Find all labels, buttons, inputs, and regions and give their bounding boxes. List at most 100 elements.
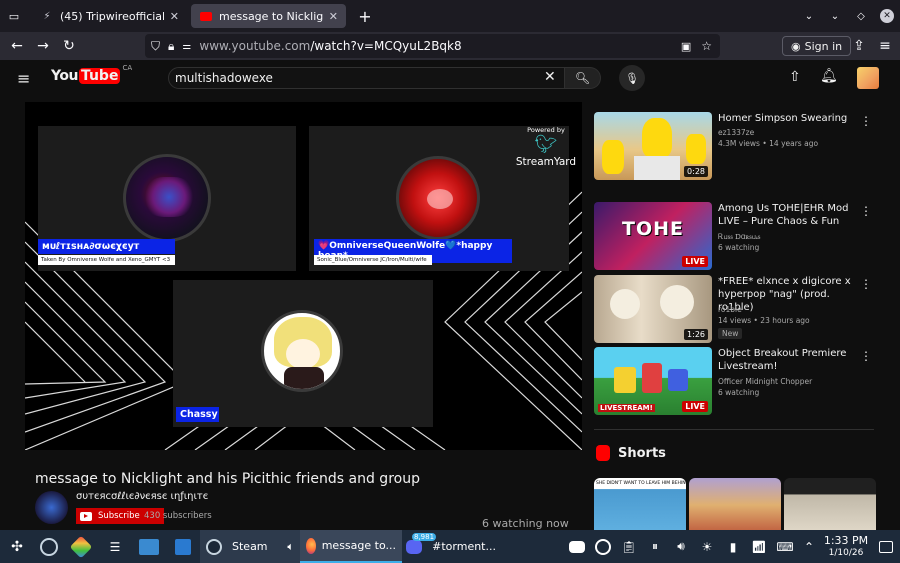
taskbar: ✣ ☰ Steam 🔈︎ message to... 8,981 #tormen… xyxy=(0,530,900,563)
recommendation-item[interactable]: TOHE LIVE Among Us TOHE|EHR Mod LIVE – P… xyxy=(594,202,874,270)
watching-count: 6 watching now xyxy=(482,517,569,530)
tab-list-icon[interactable]: ▭ xyxy=(0,3,28,29)
sign-in-button[interactable]: ◉ Sign in xyxy=(782,36,852,56)
file-manager-icon[interactable] xyxy=(132,530,166,563)
tab-favicon-icon: ⚡ xyxy=(43,10,51,22)
voice-search-button[interactable]: 🎙︎ xyxy=(619,65,645,91)
short-caption: SHE DIDN'T WANT TO LEAVE HIM BEHIND 😭 xyxy=(596,481,686,486)
firefox-icon xyxy=(306,537,316,554)
clock-date: 1/10/26 xyxy=(828,547,864,558)
maximize-icon[interactable]: ◇ xyxy=(848,3,874,29)
volume-icon[interactable]: 🔊︎ xyxy=(668,530,694,563)
avatar[interactable] xyxy=(857,67,879,89)
steam-icon[interactable] xyxy=(34,530,64,563)
video-thumbnail[interactable]: TOHE LIVE xyxy=(594,202,712,270)
taskbar-firefox[interactable]: message to... xyxy=(300,530,402,563)
video-player[interactable]: ᴍᴜℓᴛɪsʜᴀ∂σωєχєуᴛ Taken By Omniverse Wolf… xyxy=(25,102,582,450)
more-options-icon[interactable]: ⋮ xyxy=(860,114,872,128)
clipboard-icon[interactable]: 📋︎ xyxy=(616,530,642,563)
browser-nav-bar: ← → ↻ ⛉ 🔒︎ ⚌ www.youtube.com/watch?v=MCQ… xyxy=(0,32,900,60)
video-thumbnail[interactable]: 1:26 xyxy=(594,275,712,343)
extensions-icon[interactable]: ⇪ xyxy=(846,33,872,59)
steam-icon xyxy=(206,538,222,555)
url-bar[interactable]: ⛉ 🔒︎ ⚌ www.youtube.com/watch?v=MCQyuL2Bq… xyxy=(145,34,720,58)
media-pause-icon[interactable]: ⏸ xyxy=(642,530,668,563)
close-tab-icon[interactable]: ✕ xyxy=(170,10,179,23)
tab-tripwire[interactable]: ⚡ (45) Tripwireofficialthehe ✕ xyxy=(32,4,187,28)
youtube-favicon-icon xyxy=(199,9,213,23)
more-options-icon[interactable]: ⋮ xyxy=(860,349,872,363)
shorts-icon xyxy=(596,445,610,461)
participant-name: Chassy xyxy=(176,407,219,422)
menu-icon[interactable]: ≡ xyxy=(872,33,898,59)
video-thumbnail[interactable]: LIVESTREAM! LIVE xyxy=(594,347,712,415)
more-options-icon[interactable]: ⋮ xyxy=(860,204,872,218)
wifi-icon[interactable]: 📶︎ xyxy=(746,530,772,563)
steam-tray-icon[interactable] xyxy=(590,530,616,563)
more-options-icon[interactable]: ⋮ xyxy=(860,277,872,291)
tab-message[interactable]: message to Nicklight and ✕ xyxy=(191,4,346,28)
recommendation-item[interactable]: LIVESTREAM! LIVE Object Breakout Premier… xyxy=(594,347,874,415)
store-bag-icon[interactable] xyxy=(166,530,200,563)
search-input[interactable]: multishadowexe xyxy=(168,67,565,89)
short-thumbnail[interactable] xyxy=(689,478,781,532)
youtube-logo[interactable]: You Tube CA xyxy=(51,64,132,84)
discord-tray-icon[interactable] xyxy=(564,530,590,563)
back-icon[interactable]: ← xyxy=(4,33,30,59)
video-title: message to Nicklight and his Picithic fr… xyxy=(35,471,420,487)
video-title: Among Us TOHE|EHR Mod LIVE – Pure Chaos … xyxy=(718,203,849,227)
taskbar-discord[interactable]: 8,981 #torment... xyxy=(402,530,500,563)
minimize-icon[interactable]: ⌄ xyxy=(822,3,848,29)
forward-icon[interactable]: → xyxy=(30,33,56,59)
participant-subtitle: Sonic_Blue/Omniverse JC/Iron/Multi/wife xyxy=(314,255,432,265)
live-badge: LIVE xyxy=(682,401,708,412)
recommendation-item[interactable]: 1:26 *FREE* elxnce x digicore x hyperpop… xyxy=(594,275,874,343)
app-launcher-icon[interactable]: ✣ xyxy=(0,530,34,563)
youtube-header: ≡ You Tube CA multishadowexe ✕ 🔍︎ 🎙︎ ⇧ 🔔… xyxy=(0,60,900,96)
shield-icon[interactable]: ⛉ xyxy=(151,39,160,54)
short-thumbnail[interactable]: SHE DIDN'T WANT TO LEAVE HIM BEHIND 😭 xyxy=(594,478,686,532)
battery-icon[interactable]: ▮ xyxy=(720,530,746,563)
channel-name: Ꭱᥙꮪꮪ Ꭰɑꭱꮪᥙꭵꮪ xyxy=(718,232,761,241)
video-thumbnail[interactable]: 0:28 xyxy=(594,112,712,180)
streamyard-bird-icon: 🐦︎ xyxy=(534,134,558,155)
chevron-down-icon[interactable]: ⌄ xyxy=(796,3,822,29)
brightness-icon[interactable]: ☀ xyxy=(694,530,720,563)
taskbar-steam[interactable]: Steam 🔈︎ xyxy=(200,530,300,563)
video-duration: 1:26 xyxy=(684,329,708,340)
permissions-icon[interactable]: ⚌ xyxy=(182,41,191,52)
clear-search-icon[interactable]: ✕ xyxy=(544,69,556,85)
discover-store-icon[interactable] xyxy=(64,530,98,563)
youtube-logo-text: You xyxy=(51,68,78,84)
reload-icon[interactable]: ↻ xyxy=(56,33,82,59)
url-path: /watch?v=MCQyuL2Bqk8 xyxy=(310,39,462,53)
new-tab-button[interactable]: + xyxy=(352,3,378,29)
settings-mixer-icon[interactable]: ☰ xyxy=(98,530,132,563)
channel-avatar[interactable] xyxy=(35,491,68,524)
tray-expand-icon[interactable]: ⌃ xyxy=(798,530,820,563)
clock[interactable]: 1:33 PM 1/10/26 xyxy=(820,530,872,563)
upload-icon[interactable]: ⇧ xyxy=(789,69,801,85)
reader-view-icon[interactable]: ▣ xyxy=(681,40,691,53)
account-icon: ◉ xyxy=(791,39,801,53)
shorts-label: Shorts xyxy=(618,445,666,461)
video-info: message to Nicklight and his Picithic fr… xyxy=(25,456,582,530)
streamyard-logo: Powered by 🐦︎ StreamYard xyxy=(513,126,579,168)
video-title: Homer Simpson Swearing xyxy=(718,113,848,124)
short-thumbnail[interactable] xyxy=(784,478,876,532)
live-badge: LIVE xyxy=(682,256,708,267)
participant-subtitle: Taken By Omniverse Wolfe and Xeno_GMYT <… xyxy=(38,255,175,265)
url-host: www.youtube.com xyxy=(199,39,311,53)
search-button[interactable]: 🔍︎ xyxy=(565,67,601,89)
show-desktop-icon[interactable] xyxy=(872,530,900,563)
hamburger-menu-icon[interactable]: ≡ xyxy=(17,69,30,88)
bookmark-star-icon[interactable]: ☆ xyxy=(701,39,712,53)
close-window-icon[interactable]: ✕ xyxy=(874,3,900,29)
recommendation-item[interactable]: 0:28 Homer Simpson Swearing ez1337ze 4.3… xyxy=(594,112,874,180)
streamyard-text: StreamYard xyxy=(515,156,577,168)
keyboard-icon[interactable]: ⌨ xyxy=(772,530,798,563)
lock-icon[interactable]: 🔒︎ xyxy=(168,39,174,54)
close-tab-icon[interactable]: ✕ xyxy=(329,10,338,23)
notifications-bell-icon[interactable]: 🔔︎ xyxy=(820,68,838,84)
channel-name[interactable]: συтєяcσℓℓιє∂νєяѕє ιηƒιηιтє xyxy=(76,491,208,502)
